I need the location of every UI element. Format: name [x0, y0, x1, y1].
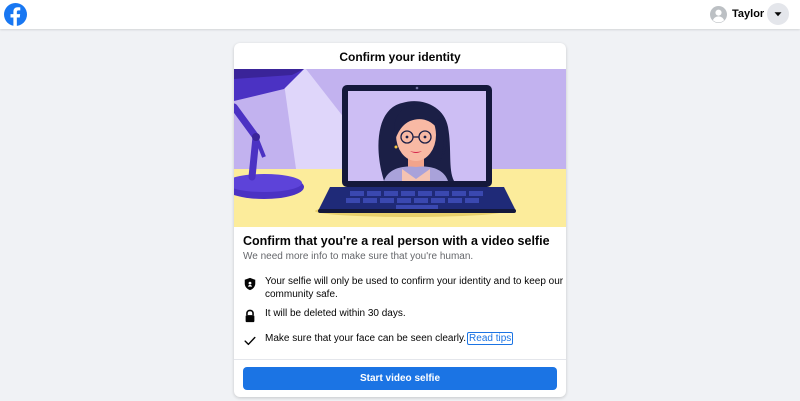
facebook-logo-icon[interactable]: [4, 3, 27, 26]
profile-name: Taylor: [732, 8, 765, 20]
shield-icon: [244, 277, 256, 291]
divider: [234, 359, 566, 360]
list-item: It will be deleted within 30 days.: [243, 308, 565, 323]
start-video-selfie-button[interactable]: Start video selfie: [243, 367, 557, 390]
list-item: Make sure that your face can be seen cle…: [243, 332, 565, 348]
read-tips-link[interactable]: Read tips: [467, 332, 514, 345]
caret-down-icon: [774, 12, 782, 17]
face-tip-text: Make sure that your face can be seen cle…: [265, 333, 467, 344]
account-menu-button[interactable]: [767, 3, 789, 25]
list-item-text: It will be deleted within 30 days.: [265, 308, 406, 319]
checkmark-icon: [244, 336, 256, 346]
video-selfie-illustration: [234, 69, 566, 227]
card-title: Confirm your identity: [339, 50, 461, 64]
list-item-text: Your selfie will only be used to confirm…: [265, 276, 564, 300]
identity-confirmation-card: Confirm your identity Confirm that you'r…: [234, 43, 566, 397]
selfie-heading: Confirm that you're a real person with a…: [243, 234, 550, 248]
selfie-subtext: We need more info to make sure that you'…: [243, 251, 474, 262]
list-item: Your selfie will only be used to confirm…: [243, 276, 565, 301]
profile-button[interactable]: Taylor: [706, 3, 770, 25]
default-avatar-icon: [710, 5, 727, 23]
top-navigation-bar: Taylor: [0, 0, 800, 29]
list-item-text: Make sure that your face can be seen cle…: [265, 332, 565, 346]
lock-icon: [245, 309, 255, 323]
